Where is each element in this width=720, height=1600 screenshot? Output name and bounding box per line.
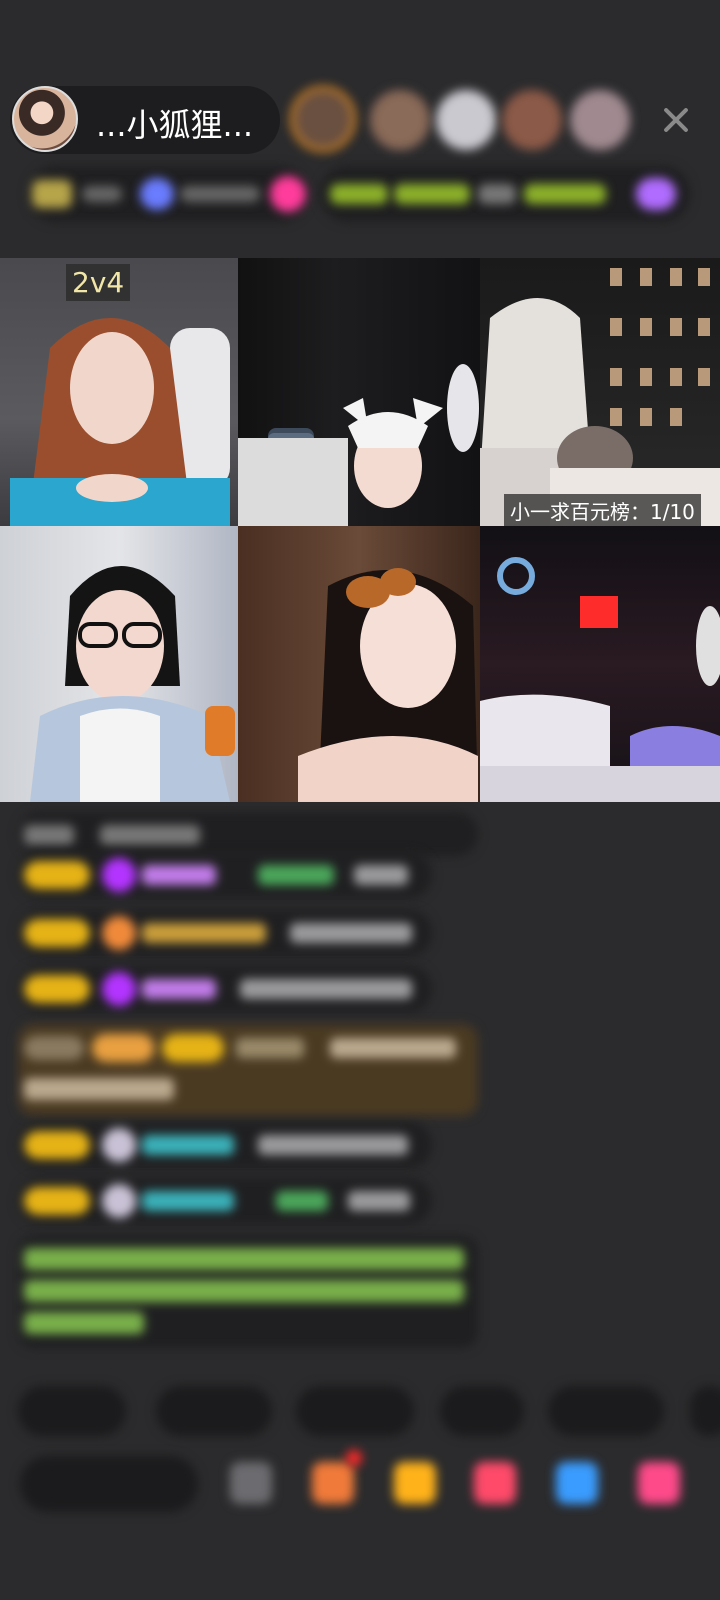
gift-icon[interactable] [394, 1462, 436, 1504]
chat-message[interactable] [18, 1178, 432, 1224]
more-icon[interactable] [638, 1462, 680, 1504]
streamer-5-figure [298, 568, 478, 802]
level-badge [24, 1131, 90, 1159]
streamer-4-figure [30, 566, 235, 802]
level-badge [24, 861, 90, 889]
host-avatar[interactable] [12, 86, 78, 152]
video-tile-5[interactable] [238, 526, 480, 802]
notification-dot [346, 1450, 362, 1466]
fan-club-icon[interactable] [474, 1462, 516, 1504]
emoji-icon[interactable] [230, 1462, 272, 1504]
top-viewer-avatar-5[interactable] [570, 90, 630, 150]
planet-text [180, 186, 260, 202]
user-avatar [102, 1184, 136, 1218]
quick-reply-5[interactable] [548, 1386, 664, 1436]
tag-icon [636, 178, 676, 210]
top-viewer-avatar-3[interactable] [436, 90, 496, 150]
chat-system-row [18, 812, 478, 856]
level-badge [24, 919, 90, 947]
quick-reply-6[interactable] [690, 1386, 720, 1436]
chat-system-notice [18, 1236, 478, 1348]
video-tile-6[interactable] [480, 526, 720, 802]
quick-reply-2[interactable] [156, 1386, 272, 1436]
video-tile-3[interactable]: 小一求百元榜：1/10 [480, 258, 720, 526]
chat-message[interactable] [18, 852, 432, 898]
quick-reply-4[interactable] [440, 1386, 524, 1436]
video-tile-4[interactable] [0, 526, 238, 802]
video-grid: 2v4 小一求百元榜：1/10 [0, 258, 720, 802]
diamond-icon [102, 858, 136, 892]
level-badge [24, 1187, 90, 1215]
tag-3 [478, 184, 516, 204]
top-viewer-avatar-2[interactable] [370, 90, 430, 150]
rank-text [82, 186, 122, 202]
planet-icon [140, 178, 174, 210]
quick-reply-3[interactable] [296, 1386, 414, 1436]
game-icon[interactable] [556, 1462, 598, 1504]
rank-icon [32, 180, 72, 208]
chat-message[interactable] [18, 1122, 432, 1168]
streamer-3-figure [480, 268, 720, 526]
tag-4 [524, 184, 606, 204]
comment-input[interactable] [20, 1456, 198, 1512]
streamer-2-figure [238, 364, 479, 526]
room-info-strip [12, 166, 690, 222]
top-viewer-avatar-4[interactable] [502, 90, 562, 150]
task-icon[interactable] [312, 1462, 354, 1504]
pk-mode-label: 2v4 [66, 264, 131, 301]
leaf-icon [102, 916, 136, 950]
chat-message[interactable] [18, 910, 432, 956]
host-name: ...小狐狸... [96, 106, 254, 144]
tag-1 [330, 184, 388, 204]
quick-reply-1[interactable] [18, 1386, 126, 1436]
chat-message[interactable] [18, 966, 432, 1012]
video-tile-2[interactable] [238, 258, 480, 526]
streamer-6-figure [480, 557, 720, 802]
user-avatar [102, 1128, 136, 1162]
close-icon[interactable] [660, 104, 692, 136]
diamond-icon [102, 972, 136, 1006]
video-tile-1[interactable]: 2v4 [0, 258, 238, 526]
top-viewer-avatar-1[interactable] [290, 86, 356, 152]
rank-progress-label: 小一求百元榜：1/10 [504, 494, 701, 526]
tag-2 [394, 184, 470, 204]
chat-highlight-message[interactable] [18, 1024, 478, 1116]
level-badge [24, 975, 90, 1003]
live-pink-icon [270, 176, 306, 212]
